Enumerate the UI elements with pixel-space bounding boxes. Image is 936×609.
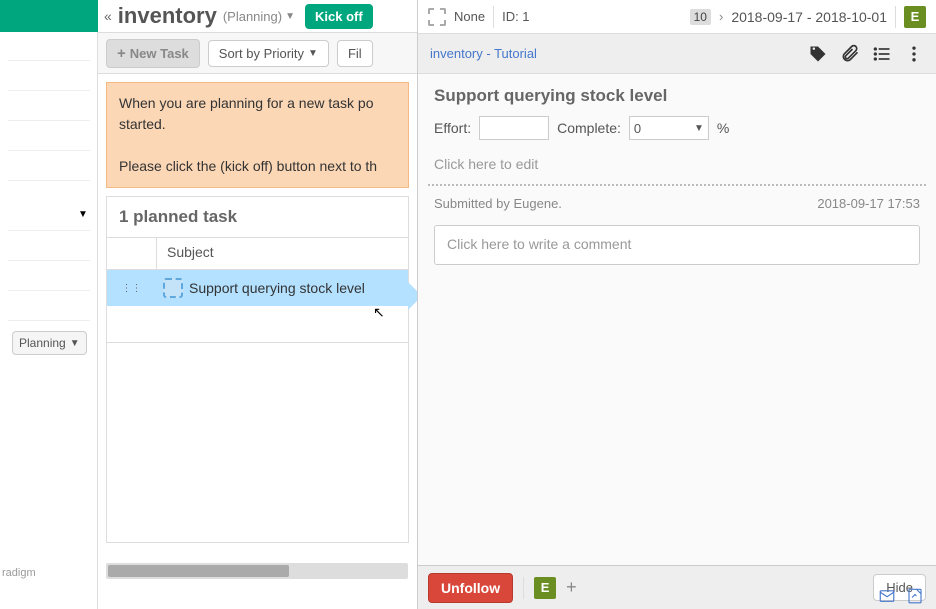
detail-topbar: None ID: 1 10 › 2018-09-17 - 2018-10-01 … xyxy=(418,0,936,34)
plus-icon: + xyxy=(117,45,126,62)
row-subject-cell: Support querying stock level xyxy=(157,278,408,298)
new-task-button[interactable]: + New Task xyxy=(106,39,200,68)
bottom-tray-icons xyxy=(878,587,924,605)
sidebar-divider xyxy=(8,180,90,181)
sidebar-divider xyxy=(8,90,90,91)
banner-line: When you are planning for a new task po xyxy=(119,93,396,114)
submitted-timestamp: 2018-09-17 17:53 xyxy=(817,196,920,211)
sidebar-divider xyxy=(8,150,90,151)
separator xyxy=(895,6,896,28)
list-icon[interactable] xyxy=(872,44,892,64)
comment-input[interactable]: Click here to write a comment xyxy=(434,225,920,265)
submitted-info: Submitted by Eugene. 2018-09-17 17:53 xyxy=(418,186,936,221)
filter-button[interactable]: Fil xyxy=(337,40,373,67)
tag-icon[interactable] xyxy=(808,44,828,64)
assignee-none[interactable]: None xyxy=(454,9,485,24)
sidebar-divider xyxy=(8,60,90,61)
add-follower-button[interactable]: + xyxy=(566,577,577,598)
task-subject-text: Support querying stock level xyxy=(189,280,365,296)
task-table: Subject ⋮⋮ Support querying stock level xyxy=(106,238,409,343)
planning-stage-pill[interactable]: Planning ▼ xyxy=(12,331,87,355)
follower-avatar[interactable]: E xyxy=(534,577,556,599)
table-row[interactable]: ⋮⋮ Support querying stock level xyxy=(107,270,408,306)
table-empty-area xyxy=(106,343,409,543)
project-status-label: (Planning) xyxy=(223,9,282,24)
scrollbar-thumb[interactable] xyxy=(108,565,289,577)
sort-button[interactable]: Sort by Priority ▼ xyxy=(208,40,329,67)
note-icon[interactable] xyxy=(906,587,924,605)
unfollow-button[interactable]: Unfollow xyxy=(428,573,513,603)
attachment-icon[interactable] xyxy=(840,44,860,64)
banner-line: Please click the (kick off) button next … xyxy=(119,156,396,177)
planning-stage-label: Planning xyxy=(19,336,66,350)
caret-down-icon: ▼ xyxy=(285,11,295,22)
table-header-subject[interactable]: Subject xyxy=(157,238,408,269)
breadcrumb[interactable]: inventory - Tutorial xyxy=(430,46,537,61)
task-id: ID: 1 xyxy=(502,9,529,24)
table-header-row: Subject xyxy=(107,238,408,270)
count-badge[interactable]: 10 xyxy=(690,9,711,25)
info-banner: When you are planning for a new task po … xyxy=(106,82,409,188)
sidebar-dropdown-icon[interactable]: ▼ xyxy=(78,204,88,214)
complete-label: Complete: xyxy=(557,120,621,136)
task-status-icon xyxy=(163,278,183,298)
submitted-by: Submitted by Eugene. xyxy=(434,196,562,211)
app-brand-stripe xyxy=(0,0,98,32)
effort-input[interactable] xyxy=(479,116,549,140)
toolbar: + New Task Sort by Priority ▼ Fil xyxy=(98,32,417,74)
sidebar-divider xyxy=(8,290,90,291)
task-status-icon[interactable] xyxy=(428,8,446,26)
task-fields-row: Effort: Complete: 0 ▼ % xyxy=(418,112,936,152)
task-title[interactable]: Support querying stock level xyxy=(418,74,936,112)
sidebar-divider xyxy=(8,260,90,261)
banner-line: started. xyxy=(119,114,396,135)
caret-down-icon: ▼ xyxy=(70,338,80,349)
table-header-handle xyxy=(107,238,157,269)
horizontal-scrollbar[interactable] xyxy=(106,563,408,579)
sort-label: Sort by Priority xyxy=(219,46,304,61)
avatar[interactable]: E xyxy=(904,6,926,28)
separator xyxy=(523,577,524,599)
new-task-label: New Task xyxy=(130,46,189,61)
description-placeholder[interactable]: Click here to edit xyxy=(418,152,936,184)
table-row-empty xyxy=(107,306,408,342)
separator xyxy=(493,6,494,28)
detail-action-icons xyxy=(808,44,924,64)
more-icon[interactable] xyxy=(904,44,924,64)
main-column: « inventory (Planning) ▼ Kick off + New … xyxy=(98,0,417,609)
project-status-badge[interactable]: (Planning) ▼ xyxy=(223,9,295,24)
detail-panel: None ID: 1 10 › 2018-09-17 - 2018-10-01 … xyxy=(417,0,936,609)
detail-breadcrumb-bar: inventory - Tutorial xyxy=(418,34,936,74)
kickoff-button[interactable]: Kick off xyxy=(305,4,373,29)
caret-down-icon: ▼ xyxy=(694,123,704,134)
complete-value: 0 xyxy=(634,121,641,136)
percent-label: % xyxy=(717,120,729,136)
left-sidebar: ▼ Planning ▼ radigm xyxy=(0,0,98,609)
caret-down-icon: ▼ xyxy=(308,48,318,59)
mail-icon[interactable] xyxy=(878,587,896,605)
sidebar-divider xyxy=(8,230,90,231)
complete-select[interactable]: 0 ▼ xyxy=(629,116,709,140)
collapse-sidebar-icon[interactable]: « xyxy=(104,8,112,24)
cursor-icon: ↖ xyxy=(373,304,385,321)
effort-label: Effort: xyxy=(434,120,471,136)
sidebar-divider xyxy=(8,120,90,121)
date-range[interactable]: 2018-09-17 - 2018-10-01 xyxy=(731,9,887,25)
main-header: « inventory (Planning) ▼ Kick off xyxy=(98,0,417,32)
sidebar-divider xyxy=(8,320,90,321)
drag-handle-icon[interactable]: ⋮⋮ xyxy=(107,283,157,294)
brand-text: radigm xyxy=(2,567,36,579)
filter-label: Fil xyxy=(348,46,362,61)
project-title: inventory xyxy=(118,3,217,29)
detail-footer: Unfollow E + Hide xyxy=(418,565,936,609)
chevron-right-icon: › xyxy=(719,9,723,24)
planned-tasks-header: 1 planned task xyxy=(106,196,409,238)
